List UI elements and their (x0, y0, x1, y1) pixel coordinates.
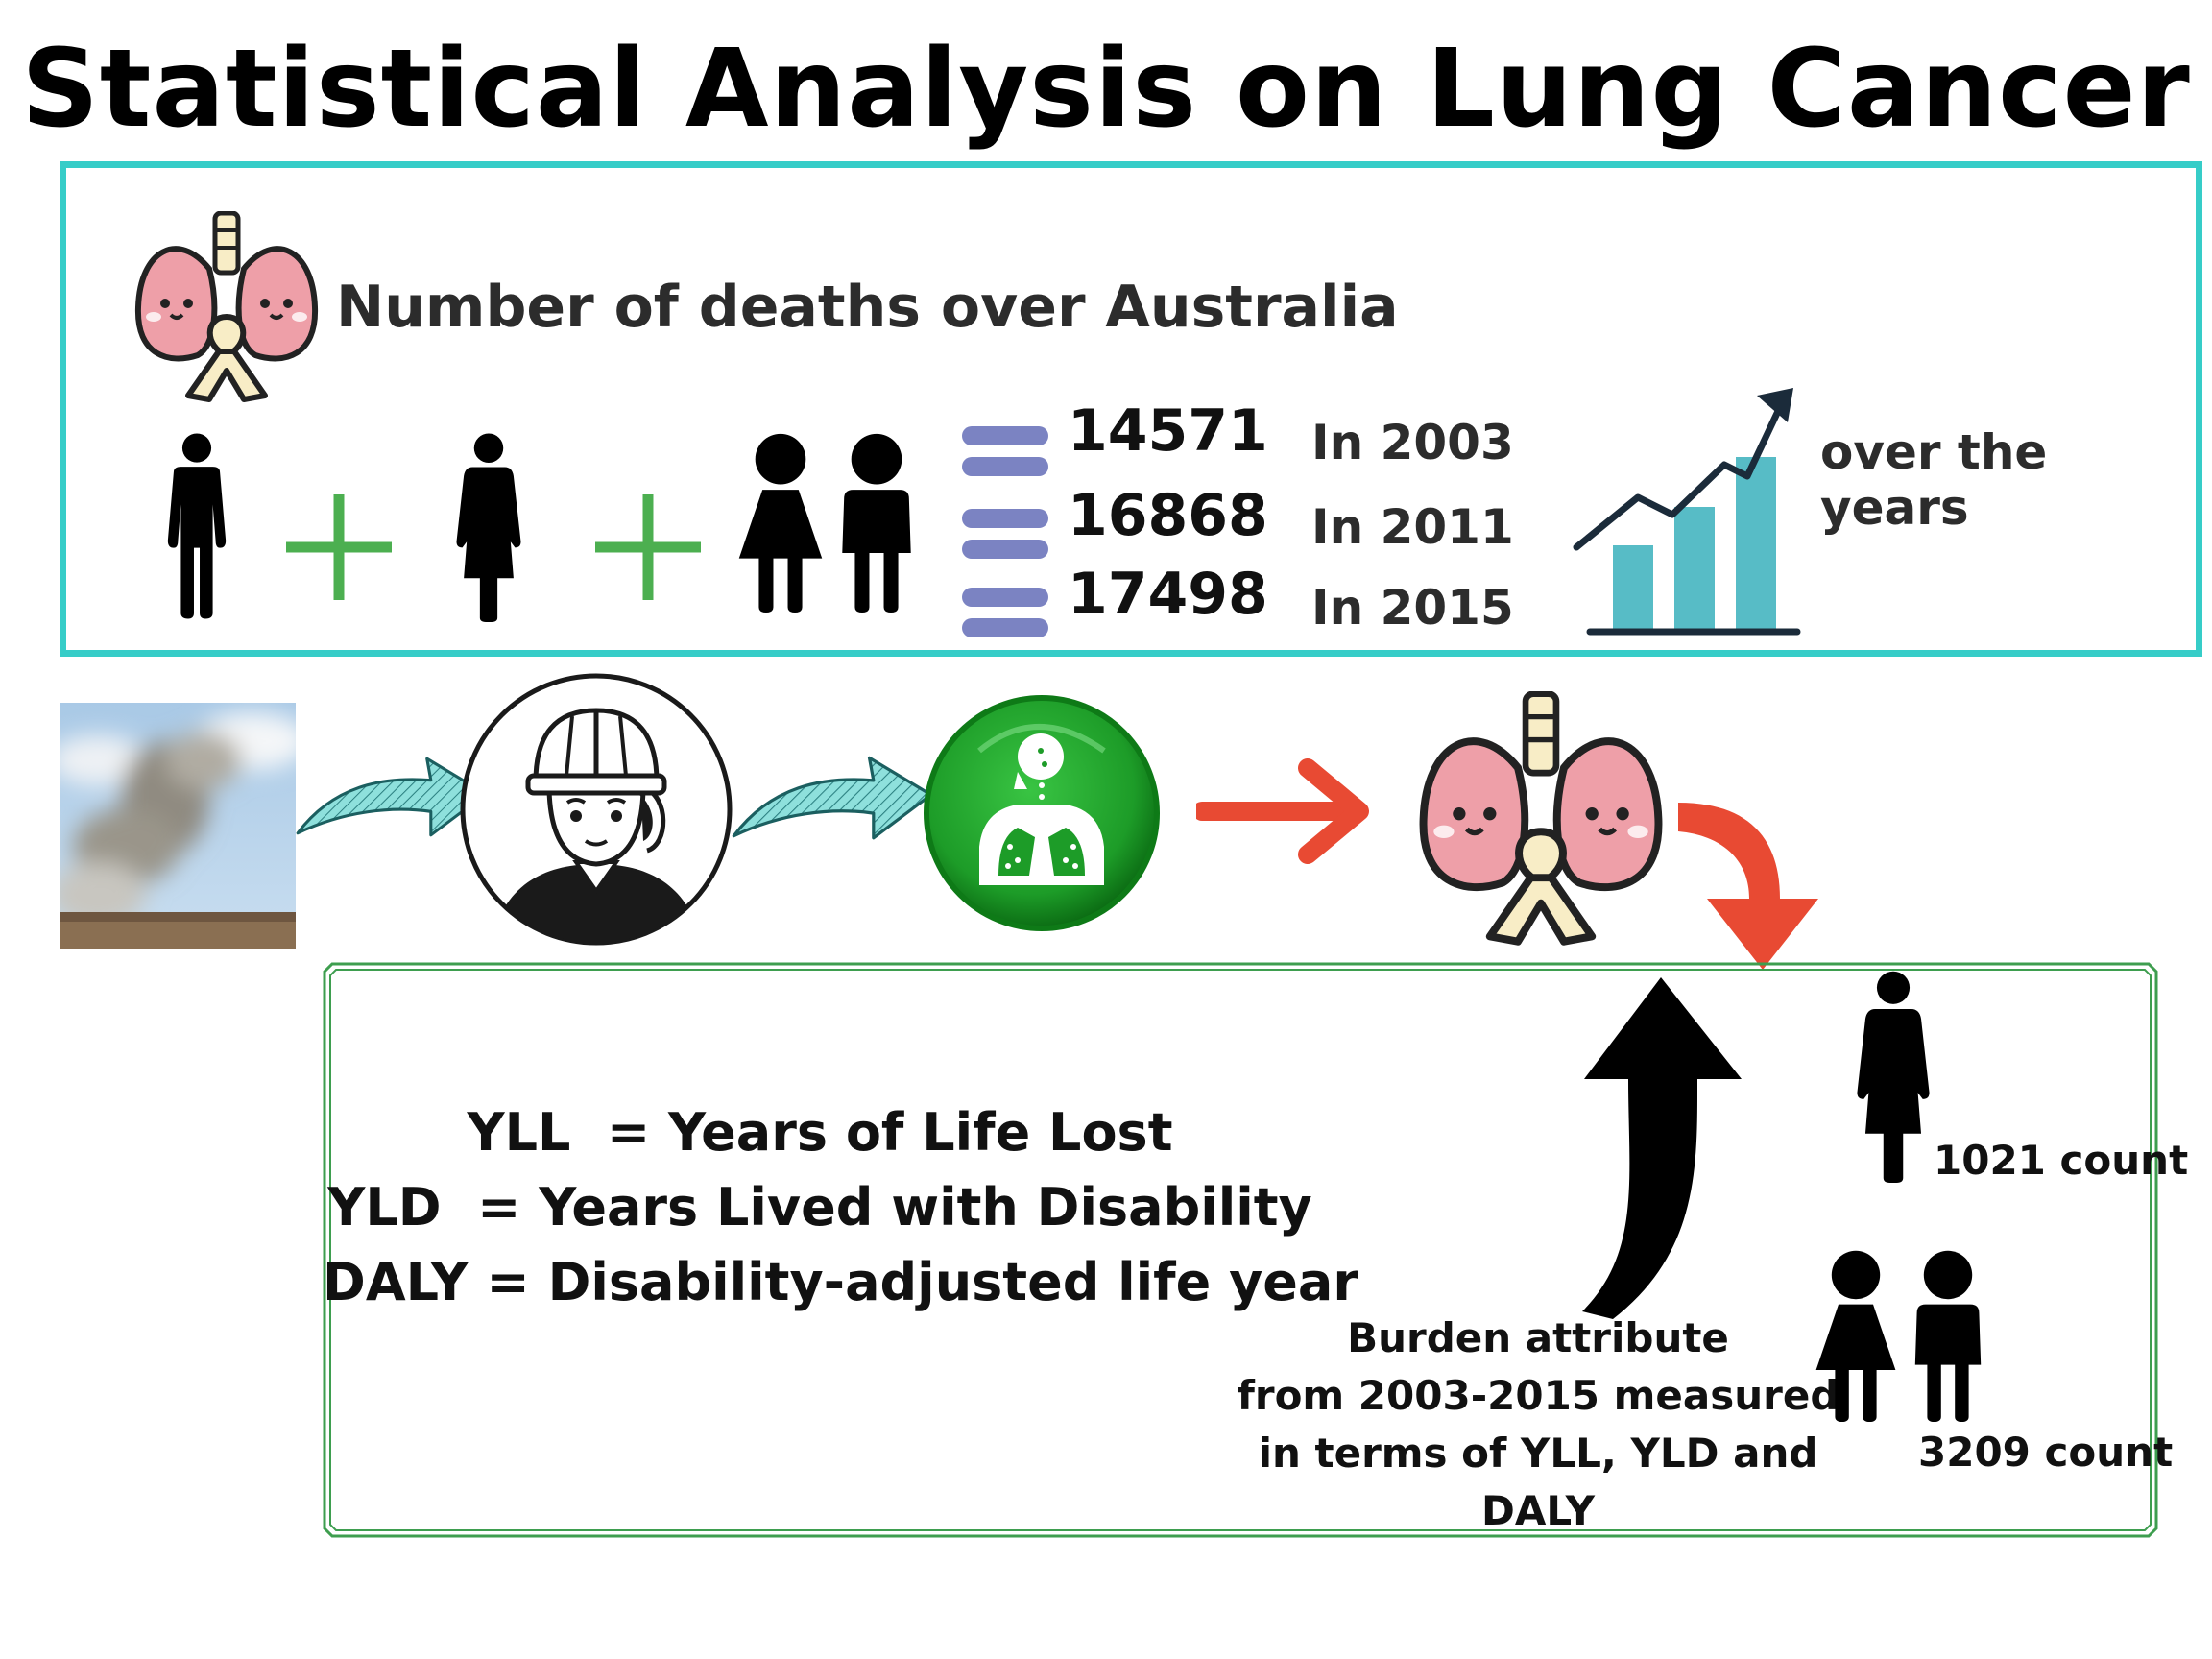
arrow-right-icon (1196, 758, 1369, 864)
equals-icon (962, 509, 1048, 528)
year-2015: In 2015 (1311, 580, 1514, 636)
definition-daly: DALY = Disability-adjusted life year (323, 1252, 1358, 1312)
equals-icon (962, 588, 1048, 607)
worker-icon (460, 673, 733, 946)
women-count: 1021 count (1934, 1137, 2189, 1184)
burden-note-line: in terms of YLL, YLD and DALY (1258, 1430, 1818, 1534)
arrow-down-icon (1678, 803, 1818, 970)
lungs-ribbon-icon (131, 211, 323, 403)
burden-note-line: from 2003-2015 measured (1237, 1372, 1839, 1419)
children-icon (735, 428, 924, 620)
man-icon (156, 432, 238, 620)
page-title: Statistical Analysis on Lung Cancer (21, 27, 2191, 152)
year-2003: In 2003 (1311, 415, 1514, 470)
equals-icon (962, 426, 1048, 445)
children-icon (1813, 1244, 1991, 1431)
children-count: 3209 count (1918, 1429, 2174, 1476)
definition-yll: YLL = Years of Life Lost (467, 1102, 1173, 1163)
burden-note-line: Burden attribute (1347, 1314, 1729, 1361)
equals-icon (962, 457, 1048, 476)
deaths-heading: Number of deaths over Australia (336, 274, 1399, 341)
arrow-up-icon (1582, 977, 1742, 1319)
death-count-2015: 17498 (1068, 561, 1268, 628)
woman-icon (445, 432, 532, 622)
lung-disease-icon (924, 695, 1160, 931)
plus-icon (595, 494, 701, 600)
smoke-photo (60, 703, 296, 949)
arrow-right-icon (730, 745, 935, 849)
death-count-2011: 16868 (1068, 482, 1268, 549)
equals-icon (962, 618, 1048, 637)
definition-yld: YLD = Years Lived with Disability (327, 1177, 1312, 1238)
woman-icon (1847, 970, 1939, 1183)
equals-icon (962, 540, 1048, 559)
plus-icon (286, 494, 392, 600)
death-count-2003: 14571 (1068, 397, 1268, 465)
burden-note: Burden attribute from 2003-2015 measured… (1212, 1310, 1864, 1540)
growth-chart-icon (1573, 388, 1801, 636)
lungs-ribbon-icon (1413, 691, 1669, 947)
year-2011: In 2011 (1311, 499, 1514, 555)
trend-label: over the years (1820, 424, 2048, 536)
